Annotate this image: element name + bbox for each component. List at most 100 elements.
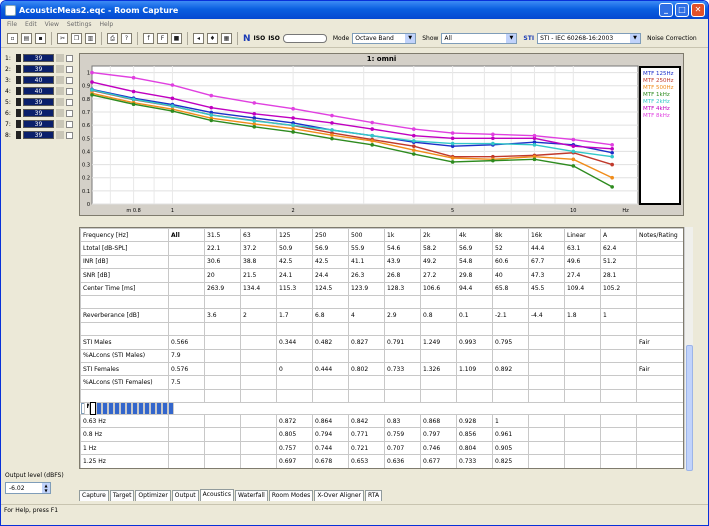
- table-cell[interactable]: [167, 401, 174, 416]
- table-cell[interactable]: 0.344: [276, 335, 313, 350]
- channel-slider[interactable]: [56, 98, 65, 106]
- table-cell[interactable]: [348, 294, 385, 310]
- table-cell[interactable]: 1 Hz: [80, 440, 169, 456]
- table-cell[interactable]: [348, 321, 385, 337]
- table-cell[interactable]: [240, 388, 277, 404]
- table-row[interactable]: Modulations:: [80, 401, 174, 416]
- table-cell[interactable]: 0.759: [384, 427, 421, 442]
- table-cell[interactable]: [204, 388, 241, 404]
- table-cell[interactable]: Center Time [ms]: [80, 281, 169, 296]
- table-cell[interactable]: [528, 427, 565, 442]
- grid-icon[interactable]: ▦: [221, 33, 232, 44]
- table-cell[interactable]: [528, 375, 565, 390]
- column-header[interactable]: All: [168, 228, 205, 243]
- table-cell[interactable]: 0.746: [420, 440, 457, 456]
- table-cell[interactable]: 0.993: [456, 335, 493, 350]
- table-cell[interactable]: [384, 294, 421, 310]
- table-cell[interactable]: [168, 454, 205, 468]
- mute-icon[interactable]: [15, 98, 21, 106]
- paste-icon[interactable]: ▥: [85, 33, 96, 44]
- table-cell[interactable]: [348, 375, 385, 390]
- table-cell[interactable]: 42.5: [312, 254, 349, 270]
- table-cell[interactable]: 21.5: [240, 268, 277, 283]
- tab-room-modes[interactable]: Room Modes: [268, 490, 314, 501]
- table-row[interactable]: [80, 388, 683, 404]
- tab-rta[interactable]: RTA: [365, 490, 383, 501]
- channel-row[interactable]: 2: 39: [5, 64, 73, 74]
- mic-icon[interactable]: ♦: [207, 33, 218, 44]
- channel-level[interactable]: 39: [22, 65, 55, 73]
- table-cell[interactable]: 94.4: [456, 281, 493, 296]
- table-row[interactable]: 1.25 Hz 0.697 0.678 0.653 0.636 0.677 0.733 0.8…: [80, 454, 683, 468]
- table-cell[interactable]: 43.9: [384, 254, 421, 270]
- table-cell[interactable]: 0.576: [168, 361, 205, 377]
- table-cell[interactable]: 41.1: [348, 254, 385, 270]
- table-cell[interactable]: [384, 321, 421, 337]
- table-cell[interactable]: 0.757: [276, 440, 313, 456]
- table-cell[interactable]: [312, 348, 349, 363]
- table-cell[interactable]: 0.653: [348, 454, 385, 468]
- table-cell[interactable]: [168, 254, 205, 270]
- table-cell[interactable]: 0.733: [384, 361, 421, 377]
- column-header[interactable]: 500: [348, 228, 385, 243]
- table-cell[interactable]: 40: [492, 268, 529, 283]
- table-cell[interactable]: [600, 335, 637, 350]
- table-cell[interactable]: [240, 414, 277, 429]
- channel-row[interactable]: 7: 39: [5, 119, 73, 129]
- table-cell[interactable]: 0.864: [312, 414, 349, 429]
- column-header[interactable]: 63: [240, 228, 277, 243]
- table-cell[interactable]: [276, 388, 313, 404]
- tab-x-over-aligner[interactable]: X-Over Aligner: [314, 490, 365, 501]
- table-cell[interactable]: 0.697: [276, 454, 313, 468]
- channel-level[interactable]: 39: [22, 131, 55, 139]
- mute-icon[interactable]: [15, 54, 21, 62]
- table-cell[interactable]: 0.8 Hz: [80, 427, 169, 442]
- table-cell[interactable]: [420, 294, 457, 310]
- table-cell[interactable]: 1: [600, 308, 637, 323]
- channel-checkbox[interactable]: [66, 109, 73, 117]
- table-cell[interactable]: [636, 427, 683, 442]
- chevron-down-icon[interactable]: ▼: [630, 34, 641, 43]
- table-cell[interactable]: [276, 294, 313, 310]
- channel-level[interactable]: 39: [22, 98, 55, 106]
- table-cell[interactable]: [564, 454, 601, 468]
- green-square-icon[interactable]: ■: [171, 33, 182, 44]
- table-cell[interactable]: 0.842: [348, 414, 385, 429]
- table-cell[interactable]: 56.9: [312, 241, 349, 256]
- table-cell[interactable]: [80, 294, 169, 310]
- table-cell[interactable]: 0.707: [384, 440, 421, 456]
- table-cell[interactable]: 0.721: [348, 440, 385, 456]
- channel-level[interactable]: 40: [22, 87, 55, 95]
- table-cell[interactable]: 0.636: [384, 454, 421, 468]
- mute-icon[interactable]: [15, 131, 21, 139]
- tab-capture[interactable]: Capture: [79, 490, 109, 501]
- table-cell[interactable]: [312, 294, 349, 310]
- table-cell[interactable]: [420, 321, 457, 337]
- channel-level[interactable]: 39: [22, 120, 55, 128]
- copy-icon[interactable]: ❐: [71, 33, 82, 44]
- table-cell[interactable]: [240, 348, 277, 363]
- table-cell[interactable]: %ALcons (STI Females): [80, 375, 169, 390]
- table-cell[interactable]: Reverberance [dB]: [80, 308, 169, 323]
- menu-settings[interactable]: Settings: [67, 21, 92, 28]
- table-cell[interactable]: 50.9: [276, 241, 313, 256]
- table-cell[interactable]: 51.2: [600, 254, 637, 270]
- table-cell[interactable]: 0.868: [420, 414, 457, 429]
- table-cell[interactable]: 3.6: [204, 308, 241, 323]
- table-cell[interactable]: 6.8: [312, 308, 349, 323]
- column-header[interactable]: 2k: [420, 228, 457, 243]
- column-header[interactable]: 4k: [456, 228, 493, 243]
- table-cell[interactable]: [384, 348, 421, 363]
- table-cell[interactable]: 54.8: [456, 254, 493, 270]
- table-cell[interactable]: 0.1: [456, 308, 493, 323]
- table-cell[interactable]: [168, 467, 205, 468]
- table-row[interactable]: %ALcons (STI Males) 7.9: [80, 348, 683, 363]
- table-cell[interactable]: [204, 348, 241, 363]
- table-cell[interactable]: [492, 375, 529, 390]
- table-cell[interactable]: Ltotal [dB-SPL]: [80, 241, 169, 256]
- n-button[interactable]: N: [243, 34, 251, 44]
- channel-row[interactable]: 4: 40: [5, 86, 73, 96]
- channel-row[interactable]: 3: 40: [5, 75, 73, 85]
- column-header[interactable]: Notes/Rating: [636, 228, 683, 243]
- channel-checkbox[interactable]: [66, 76, 73, 84]
